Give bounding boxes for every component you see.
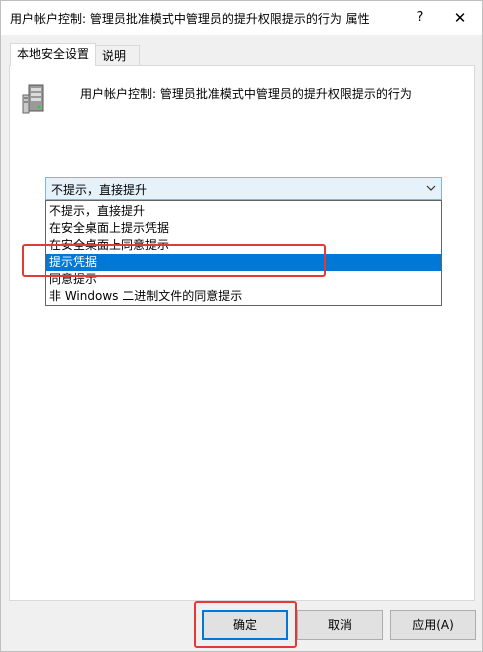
setting-combobox[interactable]: 不提示，直接提升	[45, 177, 442, 200]
ok-button[interactable]: 确定	[202, 610, 288, 640]
tab-local-security-setting[interactable]: 本地安全设置	[10, 43, 96, 66]
dropdown-option-secure-desktop-credentials[interactable]: 在安全桌面上提示凭据	[46, 220, 441, 237]
tab-explain[interactable]: 说明	[95, 45, 140, 67]
dropdown-option-prompt-credentials[interactable]: 提示凭据	[46, 254, 441, 271]
dropdown-option-secure-desktop-consent[interactable]: 在安全桌面上同意提示	[46, 237, 441, 254]
chevron-down-icon[interactable]	[425, 182, 437, 194]
apply-button[interactable]: 应用(A)	[390, 610, 476, 640]
properties-dialog: 用户帐户控制: 管理员批准模式中管理员的提升权限提示的行为 属性 ? ✕ 本地安…	[0, 0, 483, 652]
server-icon	[22, 84, 44, 114]
policy-name: 用户帐户控制: 管理员批准模式中管理员的提升权限提示的行为	[80, 87, 412, 101]
window-title: 用户帐户控制: 管理员批准模式中管理员的提升权限提示的行为 属性	[10, 12, 370, 26]
dropdown-option-non-windows-consent[interactable]: 非 Windows 二进制文件的同意提示	[46, 288, 441, 305]
dropdown-option-prompt-consent[interactable]: 同意提示	[46, 271, 441, 288]
combobox-value: 不提示，直接提升	[51, 183, 148, 197]
dropdown-list: 不提示，直接提升 在安全桌面上提示凭据 在安全桌面上同意提示 提示凭据 同意提示…	[45, 200, 442, 306]
dropdown-option-no-prompt[interactable]: 不提示，直接提升	[46, 203, 441, 220]
close-button[interactable]: ✕	[437, 1, 483, 35]
title-bar[interactable]: 用户帐户控制: 管理员批准模式中管理员的提升权限提示的行为 属性 ? ✕	[1, 1, 482, 35]
cancel-button[interactable]: 取消	[297, 610, 383, 640]
tab-panel	[9, 65, 475, 601]
